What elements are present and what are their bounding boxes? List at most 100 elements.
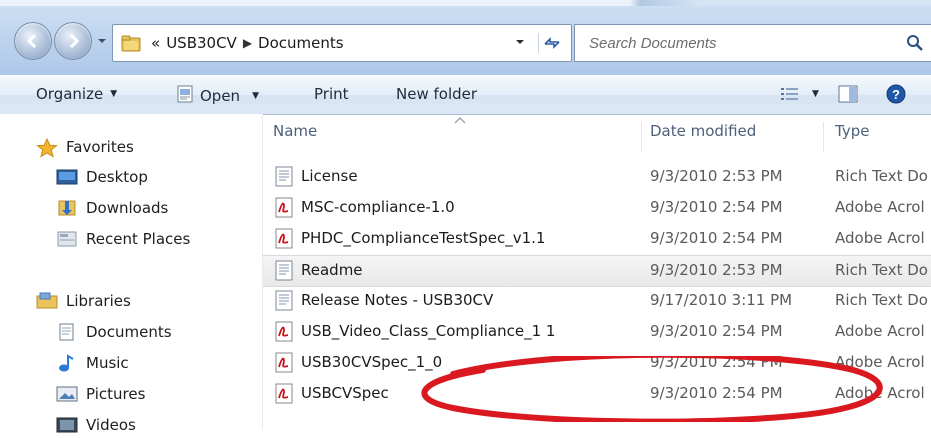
- sidebar-item-label: Favorites: [66, 138, 134, 156]
- table-row[interactable]: USBCVSpec 9/3/2010 2:54 PM Adobe Acrol: [263, 379, 931, 409]
- file-type: Adobe Acrol: [835, 229, 925, 247]
- sidebar-item-desktop[interactable]: Desktop: [56, 168, 148, 186]
- file-date-modified: 9/3/2010 2:53 PM: [650, 261, 783, 279]
- sidebar-item-label: Pictures: [86, 385, 146, 403]
- titlebar-highlight: [0, 0, 931, 6]
- sort-ascending-icon: [454, 116, 466, 124]
- sidebar-item-favorites[interactable]: Favorites: [36, 137, 134, 158]
- organize-chevron-icon: ▼: [110, 89, 118, 99]
- print-label: Print: [314, 85, 349, 103]
- table-row[interactable]: USB_Video_Class_Compliance_1 1 9/3/2010 2…: [263, 317, 931, 347]
- breadcrumb-overflow[interactable]: «: [151, 34, 160, 52]
- column-header-type[interactable]: Type: [835, 122, 869, 140]
- pdf-icon: [275, 228, 293, 249]
- file-type: Adobe Acrol: [835, 322, 925, 340]
- sidebar-item-videos[interactable]: Videos: [56, 416, 136, 434]
- star-icon: [36, 137, 58, 158]
- file-date-modified: 9/3/2010 2:54 PM: [650, 322, 783, 340]
- forward-button[interactable]: [54, 22, 92, 60]
- file-name: PHDC_ComplianceTestSpec_v1.1: [301, 229, 546, 247]
- sidebar-item-label: Desktop: [86, 168, 148, 186]
- sidebar-item-libraries[interactable]: Libraries: [36, 292, 131, 310]
- open-label: Open: [200, 87, 241, 105]
- open-document-icon: [176, 85, 194, 107]
- folder-icon: [121, 35, 141, 52]
- search-icon[interactable]: [906, 34, 924, 52]
- sidebar-item-label: Downloads: [86, 199, 169, 217]
- details-view-icon: [781, 88, 798, 100]
- recent-places-icon: [56, 230, 78, 248]
- new-folder-button[interactable]: New folder: [396, 85, 477, 103]
- search-input[interactable]: [587, 33, 891, 53]
- sidebar-item-label: Videos: [86, 416, 136, 434]
- rtf-icon: [275, 290, 293, 311]
- navigation-pane: Favorites Desktop Downloads Recent Place…: [0, 114, 263, 434]
- sidebar-item-label: Recent Places: [86, 230, 191, 248]
- column-divider[interactable]: [823, 122, 824, 152]
- open-button[interactable]: Open ▼: [176, 85, 259, 107]
- pdf-icon: [275, 383, 293, 404]
- table-row[interactable]: License 9/3/2010 2:53 PM Rich Text Do: [263, 162, 931, 192]
- breadcrumb-usb30cv[interactable]: USB30CV: [166, 34, 237, 52]
- address-dropdown-icon[interactable]: [513, 35, 527, 49]
- file-date-modified: 9/3/2010 2:53 PM: [650, 167, 783, 185]
- column-divider[interactable]: [641, 122, 642, 152]
- file-date-modified: 9/3/2010 2:54 PM: [650, 384, 783, 402]
- breadcrumb: « USB30CV ▶ Documents: [151, 34, 344, 52]
- breadcrumb-separator-icon[interactable]: ▶: [243, 36, 252, 50]
- file-name: USB30CVSpec_1_0: [301, 353, 443, 371]
- print-button[interactable]: Print: [314, 85, 349, 103]
- recent-pages-chevron-icon[interactable]: [96, 35, 108, 47]
- file-name: USB_Video_Class_Compliance_1 1: [301, 322, 556, 340]
- organize-button[interactable]: Organize ▼: [36, 85, 117, 103]
- help-button[interactable]: ?: [886, 84, 906, 104]
- sidebar-item-pictures[interactable]: Pictures: [56, 385, 145, 403]
- rtf-icon: [275, 260, 293, 281]
- file-type: Rich Text Do: [835, 261, 928, 279]
- desktop-icon: [56, 168, 78, 186]
- new-folder-label: New folder: [396, 85, 478, 103]
- window-titlebar: « USB30CV ▶ Documents: [0, 0, 931, 84]
- open-chevron-icon: ▼: [252, 91, 259, 101]
- sidebar-item-recent-places[interactable]: Recent Places: [56, 230, 190, 248]
- file-name: MSC-compliance-1.0: [301, 198, 455, 216]
- back-button[interactable]: [14, 22, 52, 60]
- sidebar-item-label: Libraries: [66, 292, 131, 310]
- file-type: Rich Text Do: [835, 167, 928, 185]
- preview-pane-button[interactable]: [838, 85, 858, 103]
- help-icon: ?: [886, 84, 906, 104]
- table-row[interactable]: USB30CVSpec_1_0 9/3/2010 2:54 PM Adobe Acr…: [263, 348, 931, 378]
- table-row-selected[interactable]: Readme 9/3/2010 2:53 PM Rich Text Do: [263, 255, 931, 287]
- view-chevron-icon: ▼: [812, 89, 819, 99]
- change-view-button[interactable]: ▼: [780, 86, 819, 102]
- forward-arrow-icon: [69, 33, 80, 49]
- refresh-button[interactable]: [538, 33, 565, 53]
- file-type: Adobe Acrol: [835, 198, 925, 216]
- refresh-icon: [544, 37, 560, 49]
- file-date-modified: 9/3/2010 2:54 PM: [650, 229, 783, 247]
- command-bar: Organize ▼ Open ▼ Print New folder ▼ ?: [0, 75, 931, 115]
- table-row[interactable]: Release Notes - USB30CV 9/17/2010 3:11 PM…: [263, 286, 931, 316]
- file-type: Adobe Acrol: [835, 353, 925, 371]
- sidebar-item-label: Documents: [86, 323, 172, 341]
- column-header-name[interactable]: Name: [273, 122, 317, 140]
- column-header-date-modified[interactable]: Date modified: [650, 122, 756, 140]
- file-date-modified: 9/3/2010 2:54 PM: [650, 353, 783, 371]
- pictures-icon: [56, 385, 78, 403]
- sidebar-item-documents[interactable]: Documents: [56, 323, 172, 341]
- file-type: Adobe Acrol: [835, 384, 925, 402]
- address-bar[interactable]: « USB30CV ▶ Documents: [112, 24, 572, 62]
- file-list: Name Date modified Type License 9/3/2010 …: [263, 114, 931, 429]
- sidebar-item-downloads[interactable]: Downloads: [56, 199, 168, 217]
- search-box[interactable]: [574, 24, 931, 62]
- rtf-icon: [275, 166, 293, 187]
- sidebar-item-label: Music: [86, 354, 129, 372]
- back-arrow-icon: [26, 33, 37, 49]
- libraries-icon: [36, 292, 58, 310]
- table-row[interactable]: MSC-compliance-1.0 9/3/2010 2:54 PM Adobe …: [263, 193, 931, 223]
- downloads-icon: [56, 199, 78, 217]
- breadcrumb-documents[interactable]: Documents: [258, 34, 344, 52]
- sidebar-item-music[interactable]: Music: [56, 354, 129, 372]
- file-name: Release Notes - USB30CV: [301, 291, 494, 309]
- table-row[interactable]: PHDC_ComplianceTestSpec_v1.1 9/3/2010 2:5…: [263, 224, 931, 254]
